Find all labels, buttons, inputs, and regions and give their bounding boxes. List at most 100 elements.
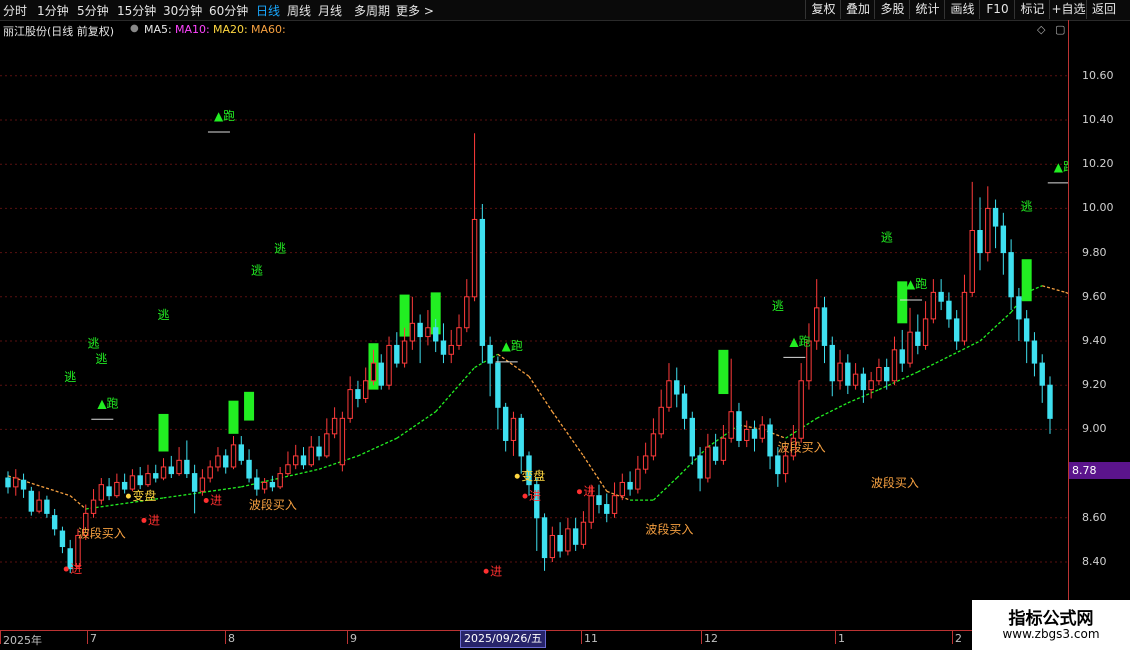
x-tick-label: 7 <box>90 632 97 645</box>
candle-body <box>961 291 968 342</box>
period-tab-2[interactable]: 5分钟 <box>77 2 109 19</box>
candle-body <box>930 291 937 320</box>
entry-dot <box>63 566 69 572</box>
escape-label: 逃 <box>95 352 107 366</box>
toolbar-button-6[interactable]: 标记 <box>1014 0 1050 19</box>
candle-body <box>946 300 952 320</box>
candlestick-chart[interactable]: 逃逃逃逃逃逃逃逃逃▲跑▲跑▲跑▲跑▲跑▲跑进进进进进进波段买入波段买入波段买入波… <box>0 40 1068 630</box>
toolbar-button-3[interactable]: 统计 <box>909 0 945 19</box>
y-tick-label: 10.20 <box>1082 157 1114 171</box>
candle-body <box>238 444 244 461</box>
signal-box <box>718 349 729 395</box>
period-tab-10[interactable]: 更多 > <box>396 2 434 19</box>
candle-body <box>627 481 633 490</box>
candle-body <box>922 318 929 346</box>
x-tick <box>87 630 88 644</box>
candle-body <box>432 327 439 342</box>
candle-body <box>518 417 524 457</box>
period-tab-8[interactable]: 月线 <box>318 2 342 19</box>
x-tick <box>952 630 953 644</box>
turn-dot <box>514 473 520 479</box>
toolbar-button-0[interactable]: 复权 <box>805 0 841 19</box>
period-tab-5[interactable]: 60分钟 <box>209 2 248 19</box>
period-tab-1[interactable]: 1分钟 <box>37 2 69 19</box>
toolbar-button-1[interactable]: 叠加 <box>840 0 875 19</box>
ma60-segment <box>917 355 950 373</box>
x-tick <box>0 630 1 644</box>
entry-dot <box>203 498 209 504</box>
candle-body <box>697 455 703 479</box>
y-tick-label: 10.60 <box>1082 68 1114 82</box>
escape-label: 逃 <box>88 337 100 351</box>
candle-body <box>417 322 423 338</box>
period-tab-0[interactable]: 分时 <box>3 2 27 19</box>
candle-body <box>712 446 719 461</box>
period-tab-9[interactable]: 多周期 <box>354 2 390 19</box>
toolbar-button-4[interactable]: 画线 <box>944 0 980 19</box>
candle-body <box>261 481 268 490</box>
escape-label: 逃 <box>772 299 784 313</box>
candle-body <box>215 455 221 468</box>
candle-body <box>705 446 711 479</box>
entry-label: 进 <box>583 485 595 499</box>
candle-body <box>59 530 66 548</box>
y-tick-label: 8.60 <box>1082 510 1107 524</box>
candle-body <box>223 455 229 468</box>
y-tick-label: 9.00 <box>1082 422 1107 436</box>
candle-body <box>277 473 283 488</box>
toolbar-button-2[interactable]: 多股 <box>874 0 910 19</box>
candle-body <box>331 417 338 435</box>
candle-body <box>557 534 563 552</box>
period-tab-4[interactable]: 30分钟 <box>163 2 202 19</box>
candle-body <box>191 473 198 492</box>
y-tick-label: 9.60 <box>1082 289 1107 303</box>
candle-body <box>1008 252 1014 298</box>
period-tab-7[interactable]: 周线 <box>287 2 311 19</box>
candle-body <box>121 481 128 490</box>
candle-body <box>145 473 151 486</box>
candle-body <box>425 327 431 338</box>
candle-body <box>370 362 377 382</box>
toolbar-button-5[interactable]: F10 <box>979 0 1015 19</box>
candle-body <box>495 362 501 408</box>
candle-body <box>915 331 921 346</box>
toolbar-button-8[interactable]: 返回 <box>1086 0 1121 19</box>
escape-label: 逃 <box>158 308 170 322</box>
x-tick-label: 11 <box>584 632 598 645</box>
ma60-segment <box>497 353 530 377</box>
stock-title[interactable]: 丽江股份(日线 前复权) <box>3 23 114 39</box>
candle-body <box>246 459 252 479</box>
candle-body <box>565 528 571 552</box>
signal-box <box>228 400 239 434</box>
period-tab-6[interactable]: 日线 <box>256 2 280 19</box>
dropdown-icon[interactable]: ● <box>130 23 139 34</box>
period-tab-3[interactable]: 15分钟 <box>117 2 156 19</box>
wave-buy-label: 波段买入 <box>871 475 919 490</box>
candle-body <box>829 344 835 382</box>
ma60-segment <box>69 495 87 510</box>
candle-body <box>884 367 890 382</box>
candle-body <box>821 307 828 346</box>
diamond-icon[interactable]: ◇ <box>1037 23 1045 36</box>
wave-buy-label: 波段买入 <box>78 526 126 541</box>
candle-body <box>456 327 462 346</box>
turn-label: 变盘 <box>132 488 156 503</box>
x-tick-label: 9 <box>350 632 357 645</box>
candle-body <box>36 499 42 512</box>
candle-body <box>160 466 167 479</box>
candle-body <box>440 340 447 355</box>
candle-body <box>502 406 509 441</box>
indicator-info-bar: 丽江股份(日线 前复权) ● MA5: MA10: MA20: MA60: ◇ … <box>0 21 1068 39</box>
ma60-segment <box>551 411 584 457</box>
toolbar-button-7[interactable]: +自选 <box>1049 0 1087 19</box>
window-icon[interactable]: ▢ <box>1055 23 1065 36</box>
wave-buy-label: 波段买入 <box>645 521 693 536</box>
candle-body <box>992 207 999 227</box>
wave-buy-label: 波段买入 <box>778 440 826 455</box>
x-tick-label: 1 <box>838 632 845 645</box>
candle-body <box>985 207 991 254</box>
candle-body <box>775 455 781 475</box>
candle-body <box>619 481 626 497</box>
candle-body <box>44 499 50 514</box>
candle-body <box>907 331 913 364</box>
